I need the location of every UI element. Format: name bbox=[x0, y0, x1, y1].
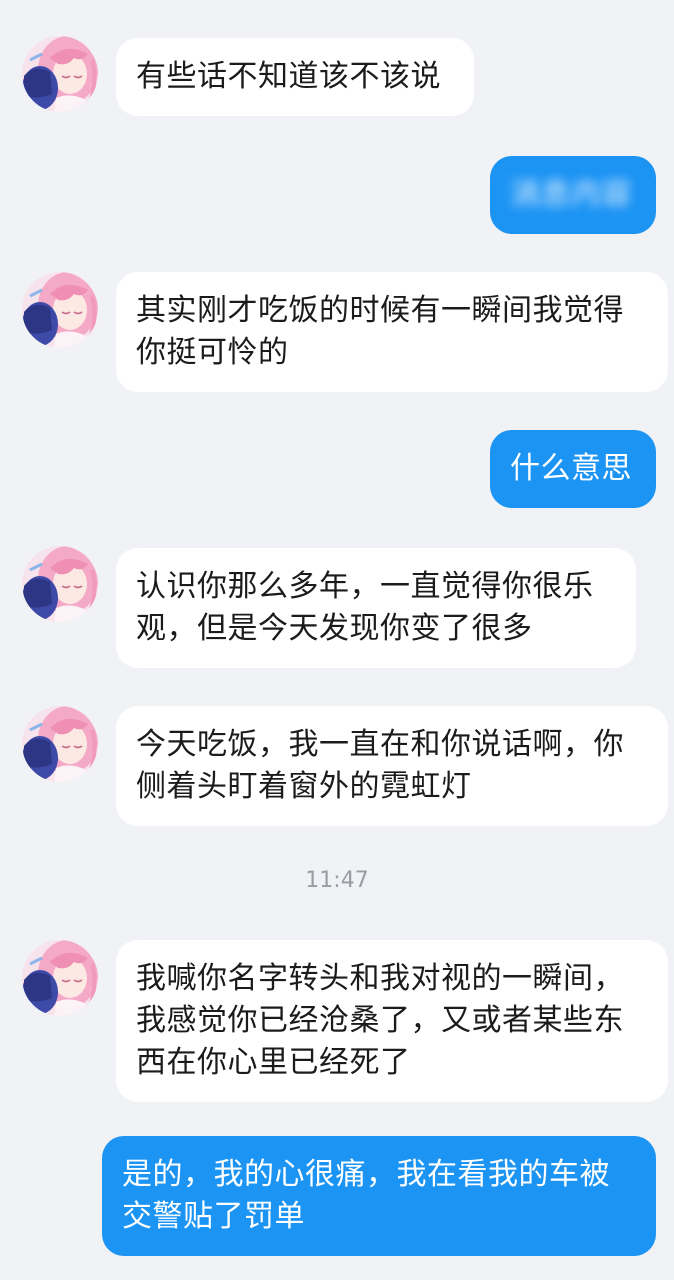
contact-avatar[interactable] bbox=[22, 706, 98, 782]
contact-avatar[interactable] bbox=[22, 546, 98, 622]
message-text: 什么意思 bbox=[510, 451, 632, 486]
incoming-message-bubble[interactable]: 有些话不知道该不该说 bbox=[116, 38, 474, 116]
outgoing-message-bubble[interactable]: 什么意思 bbox=[490, 430, 656, 508]
incoming-message-bubble[interactable]: 我喊你名字转头和我对视的一瞬间，我感觉你已经沧桑了，又或者某些东西在你心里已经死… bbox=[116, 940, 668, 1102]
message-text: 我喊你名字转头和我对视的一瞬间，我感觉你已经沧桑了，又或者某些东西在你心里已经死… bbox=[136, 961, 624, 1080]
anime-avatar-icon bbox=[22, 546, 98, 622]
anime-avatar-icon bbox=[22, 272, 98, 348]
contact-avatar[interactable] bbox=[22, 272, 98, 348]
message-text: 其实刚才吃饭的时候有一瞬间我觉得你挺可怜的 bbox=[136, 293, 624, 370]
anime-avatar-icon bbox=[22, 36, 98, 112]
message-text: 认识你那么多年，一直觉得你很乐观，但是今天发现你变了很多 bbox=[136, 569, 594, 646]
outgoing-message-bubble[interactable]: 是的，我的心很痛，我在看我的车被交警贴了罚单 bbox=[102, 1136, 656, 1256]
incoming-message-bubble[interactable]: 今天吃饭，我一直在和你说话啊，你侧着头盯着窗外的霓虹灯 bbox=[116, 706, 668, 826]
chat-conversation: 有些话不知道该不该说 消息内容 其实刚才吃饭的时候有一瞬间我觉得你挺可怜的 什么… bbox=[0, 0, 674, 1280]
anime-avatar-icon bbox=[22, 706, 98, 782]
message-text-blurred: 消息内容 bbox=[510, 177, 632, 212]
message-timestamp: 11:47 bbox=[305, 868, 369, 893]
incoming-message-bubble[interactable]: 认识你那么多年，一直觉得你很乐观，但是今天发现你变了很多 bbox=[116, 548, 636, 668]
message-text: 今天吃饭，我一直在和你说话啊，你侧着头盯着窗外的霓虹灯 bbox=[136, 727, 624, 804]
message-text: 有些话不知道该不该说 bbox=[136, 59, 441, 94]
message-text: 是的，我的心很痛，我在看我的车被交警贴了罚单 bbox=[122, 1157, 610, 1234]
contact-avatar[interactable] bbox=[22, 36, 98, 112]
anime-avatar-icon bbox=[22, 940, 98, 1016]
outgoing-message-bubble[interactable]: 消息内容 bbox=[490, 156, 656, 234]
contact-avatar[interactable] bbox=[22, 940, 98, 1016]
incoming-message-bubble[interactable]: 其实刚才吃饭的时候有一瞬间我觉得你挺可怜的 bbox=[116, 272, 668, 392]
